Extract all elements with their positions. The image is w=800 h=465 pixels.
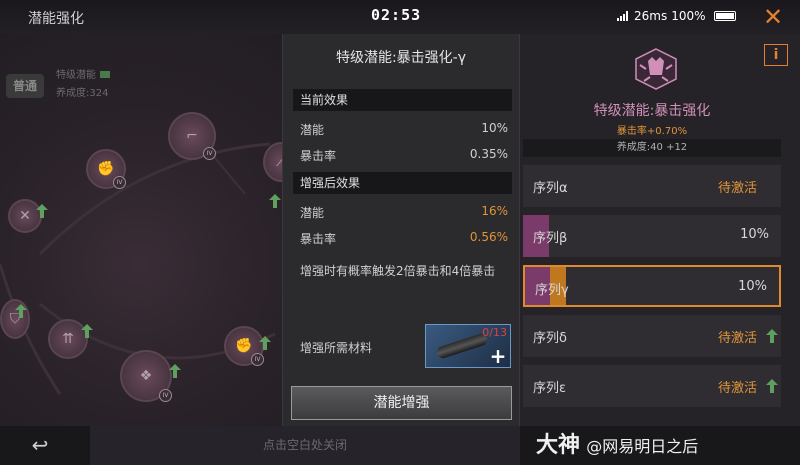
material-count: 0/13 [482, 326, 507, 339]
material-item-icon [435, 332, 489, 360]
slash-skill-icon: ⟋ [276, 154, 282, 170]
status-bar: 26ms 100% [617, 9, 736, 23]
upgrade-arrow-icon [259, 336, 271, 350]
sequence-row[interactable]: 序列β 10% [523, 215, 781, 257]
skill-node-fist[interactable]: ✊ IV [86, 149, 126, 189]
watermark-brand: 大神 [536, 433, 581, 458]
watermark: 大神 @网易明日之后 [536, 427, 698, 459]
after-effect-header: 增强后效果 [293, 172, 512, 194]
material-slot[interactable]: 0/13 + [425, 324, 511, 368]
level-badge: IV [251, 353, 264, 366]
sequence-label: 序列ε [533, 381, 567, 396]
rank-name: 特级潜能 [56, 66, 110, 81]
page-title: 潜能强化 [28, 11, 84, 27]
upgrade-arrow-icon [36, 204, 48, 218]
detail-title: 特级潜能:暴击强化-γ [335, 50, 467, 66]
stat-value: 16% [481, 204, 508, 218]
back-button[interactable]: ↩ [22, 433, 58, 459]
sequence-value: 待激活 [717, 331, 757, 346]
stat-name: 潜能 [300, 206, 325, 220]
back-arrow-icon: ↩ [31, 433, 49, 457]
signal-icon [617, 11, 628, 21]
info-button[interactable]: i [764, 44, 788, 66]
sequence-label: 序列α [533, 181, 568, 196]
crit-emblem-icon [635, 48, 677, 90]
sequence-row[interactable]: 序列γ 10% [523, 265, 781, 307]
plus-icon: + [489, 344, 507, 368]
sequence-row[interactable]: 序列ε 待激活 [523, 365, 781, 407]
sequence-label: 序列β [533, 231, 568, 246]
sequence-value: 10% [740, 227, 769, 242]
stat-name: 暴击率 [300, 149, 337, 163]
sequence-label: 序列δ [533, 331, 567, 346]
upgrade-arrow-icon [81, 324, 93, 338]
current-row: 暴击率 0.35% [300, 147, 508, 164]
sequence-row[interactable]: 序列δ 待激活 [523, 315, 781, 357]
effect-description: 增强时有概率触发2倍暴击和4倍暴击 [300, 264, 496, 278]
level-badge: IV [203, 147, 216, 160]
skill-node-crit[interactable]: ✊ IV [224, 326, 264, 366]
stat-value: 0.35% [469, 147, 508, 161]
current-effect-header: 当前效果 [293, 89, 512, 111]
sequence-value: 10% [738, 279, 767, 294]
watermark-handle: @网易明日之后 [586, 437, 699, 456]
sequence-value: 待激活 [717, 181, 757, 196]
close-button[interactable]: ✕ [759, 3, 787, 31]
skill-name: 特级潜能:暴击强化 [593, 103, 711, 119]
level-badge: IV [159, 389, 172, 402]
upgrade-arrow-icon [766, 379, 778, 393]
enhance-button[interactable]: 潜能增强 [291, 386, 512, 420]
rank-badge: 普通 [6, 74, 44, 98]
sequence-value: 待激活 [717, 381, 757, 396]
upgrade-arrow-icon [169, 364, 181, 378]
rank-progress: 养成度:324 [56, 88, 109, 99]
level-badge: IV [113, 176, 126, 189]
stat-value: 0.56% [469, 230, 508, 244]
stat-value: 10% [481, 121, 508, 135]
clock: 02:53 [371, 6, 422, 24]
upgrade-arrow-icon [766, 329, 778, 343]
sequence-label: 序列γ [535, 283, 569, 298]
after-row: 暴击率 0.56% [300, 230, 508, 247]
stat-name: 暴击率 [300, 232, 337, 246]
sequence-row[interactable]: 序列α 待激活 [523, 165, 781, 207]
skill-progress: 养成度:40 +12 [523, 139, 781, 157]
battery-text: 100% [671, 9, 706, 23]
skill-node-slash[interactable]: ⟋ [263, 142, 282, 182]
detail-panel: 特级潜能:暴击强化-γ 当前效果 潜能 10% 暴击率 0.35% 增强后效果 … [282, 34, 520, 426]
material-label: 增强所需材料 [300, 341, 373, 355]
upgrade-arrow-icon [269, 194, 281, 208]
skill-bonus: 暴击率+0.70% [616, 126, 688, 137]
upgrade-arrow-icon [15, 304, 27, 318]
rank-tag-icon [100, 71, 110, 78]
current-row: 潜能 10% [300, 121, 508, 138]
stat-name: 潜能 [300, 123, 325, 137]
sequence-panel: i 特级潜能:暴击强化 暴击率+0.70% 养成度:40 +12 序列α 待激活序… [520, 34, 800, 426]
top-bar: 潜能强化 02:53 26ms 100% ✕ [0, 0, 800, 34]
skill-node-gun[interactable]: ⌐ IV [168, 112, 216, 160]
ping-text: 26ms [634, 9, 668, 23]
skill-tree: 普通 特级潜能 养成度:324 ⌐ IV ✊ IV ⟋ ✕ ⛉ ⇈ ✊ IV ❖… [0, 34, 282, 426]
after-row: 潜能 16% [300, 204, 508, 221]
close-hint[interactable]: 点击空白处关闭 [90, 426, 520, 465]
skill-node-bear[interactable]: ❖ IV [120, 350, 172, 402]
battery-icon [713, 11, 736, 21]
